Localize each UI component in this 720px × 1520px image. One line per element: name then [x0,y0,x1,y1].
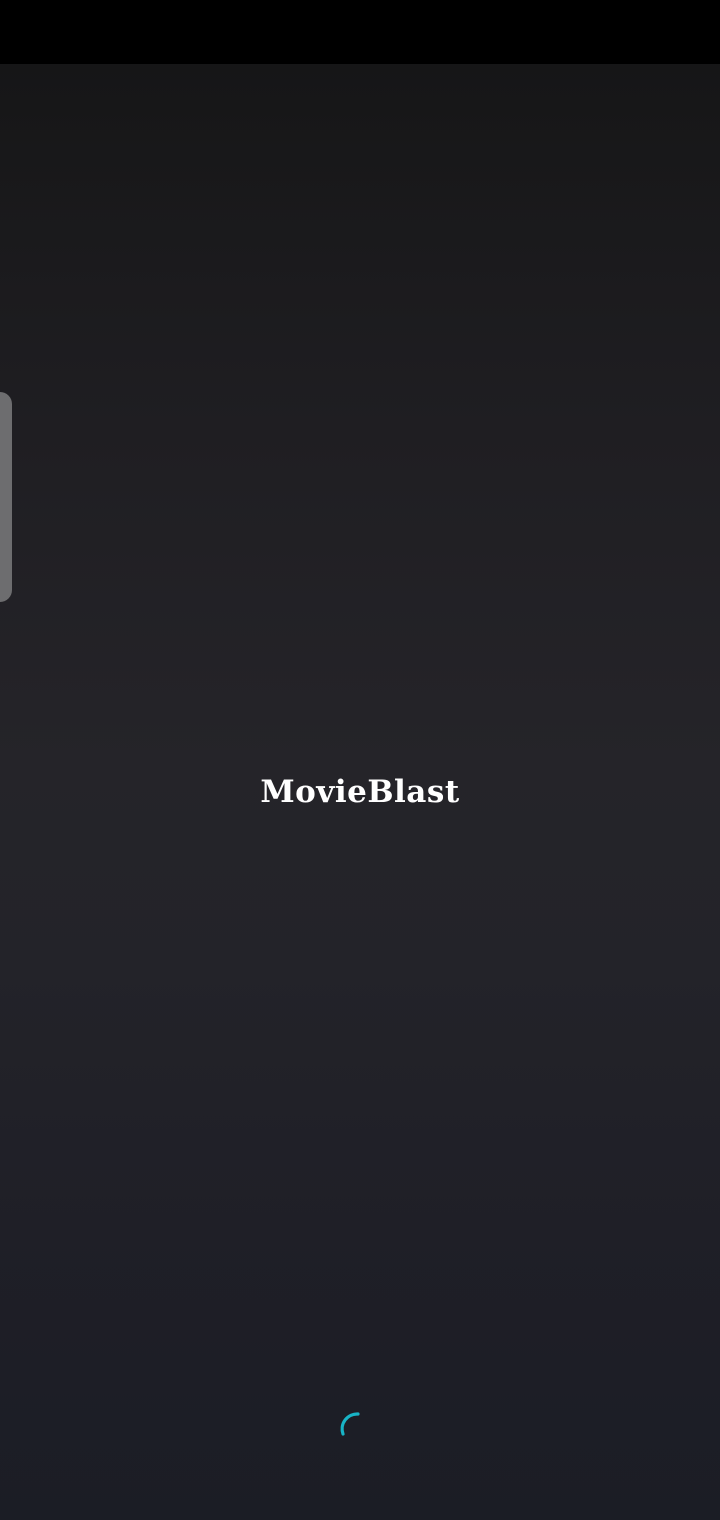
loading-spinner-icon [340,1412,360,1436]
app-logo-text: MovieBlast [260,774,460,810]
status-bar [0,0,720,64]
edge-panel-handle[interactable] [0,392,12,602]
splash-screen: MovieBlast [0,0,720,1520]
